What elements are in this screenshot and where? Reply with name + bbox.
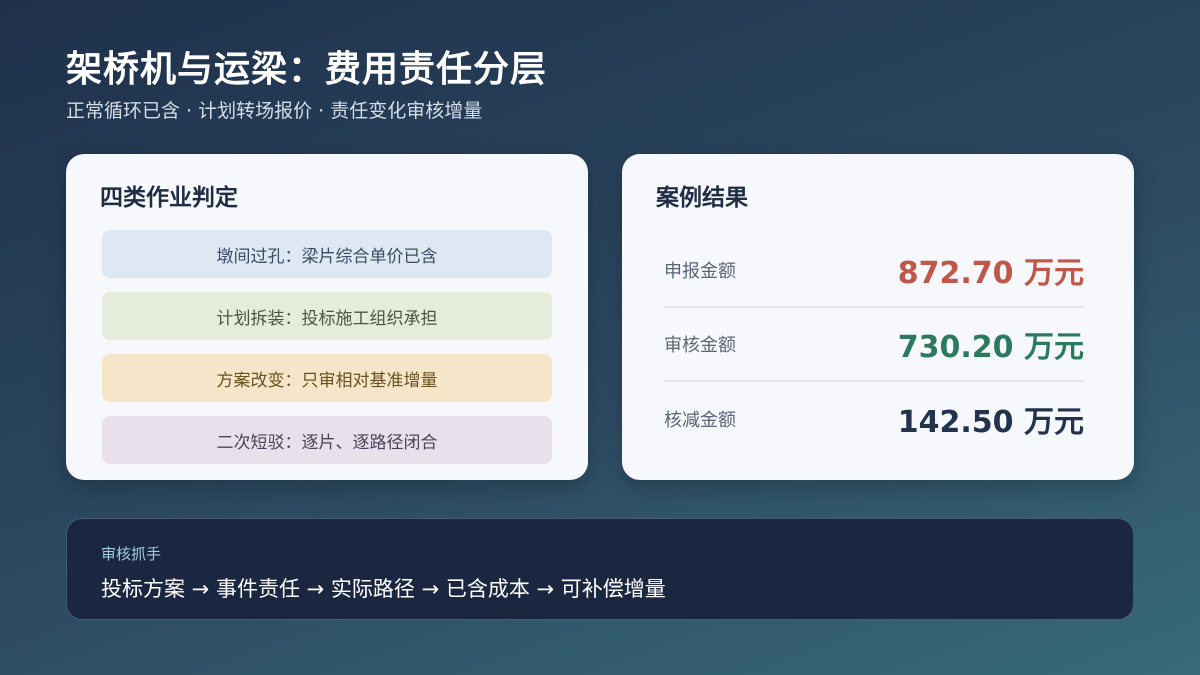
result-list: 申报金额 872.70 万元 审核金额 730.20 万元 核减金额 142.5… <box>664 234 1084 456</box>
page-subtitle: 正常循环已含 · 计划转场报价 · 责任变化审核增量 <box>66 100 483 122</box>
audit-key-banner: 审核抓手 投标方案 → 事件责任 → 实际路径 → 已含成本 → 可补偿增量 <box>66 518 1134 620</box>
approved-amount: 730.20 万元 <box>897 330 1084 365</box>
rule-item: 二次短驳：逐片、逐路径闭合 <box>102 416 552 464</box>
result-row-approved: 审核金额 730.20 万元 <box>664 308 1084 382</box>
card-heading: 四类作业判定 <box>100 185 238 211</box>
banner-label: 审核抓手 <box>101 545 162 563</box>
result-row-reduced: 核减金额 142.50 万元 <box>664 382 1084 456</box>
rule-list: 墩间过孔：梁片综合单价已含 计划拆装：投标施工组织承担 方案改变：只审相对基准增… <box>102 230 552 478</box>
result-label: 审核金额 <box>664 335 736 356</box>
result-label: 核减金额 <box>664 410 736 431</box>
result-label: 申报金额 <box>664 261 736 282</box>
case-result-card: 案例结果 申报金额 872.70 万元 审核金额 730.20 万元 核减金额 … <box>622 154 1134 480</box>
rule-item: 方案改变：只审相对基准增量 <box>102 354 552 402</box>
declared-amount: 872.70 万元 <box>897 256 1084 291</box>
activity-classification-card: 四类作业判定 墩间过孔：梁片综合单价已含 计划拆装：投标施工组织承担 方案改变：… <box>66 154 588 480</box>
card-heading: 案例结果 <box>656 185 748 211</box>
reduced-amount: 142.50 万元 <box>897 405 1084 440</box>
page-title: 架桥机与运梁：费用责任分层 <box>66 49 548 90</box>
rule-item: 计划拆装：投标施工组织承担 <box>102 292 552 340</box>
banner-text: 投标方案 → 事件责任 → 实际路径 → 已含成本 → 可补偿增量 <box>101 577 666 601</box>
result-row-declared: 申报金额 872.70 万元 <box>664 234 1084 308</box>
rule-item: 墩间过孔：梁片综合单价已含 <box>102 230 552 278</box>
